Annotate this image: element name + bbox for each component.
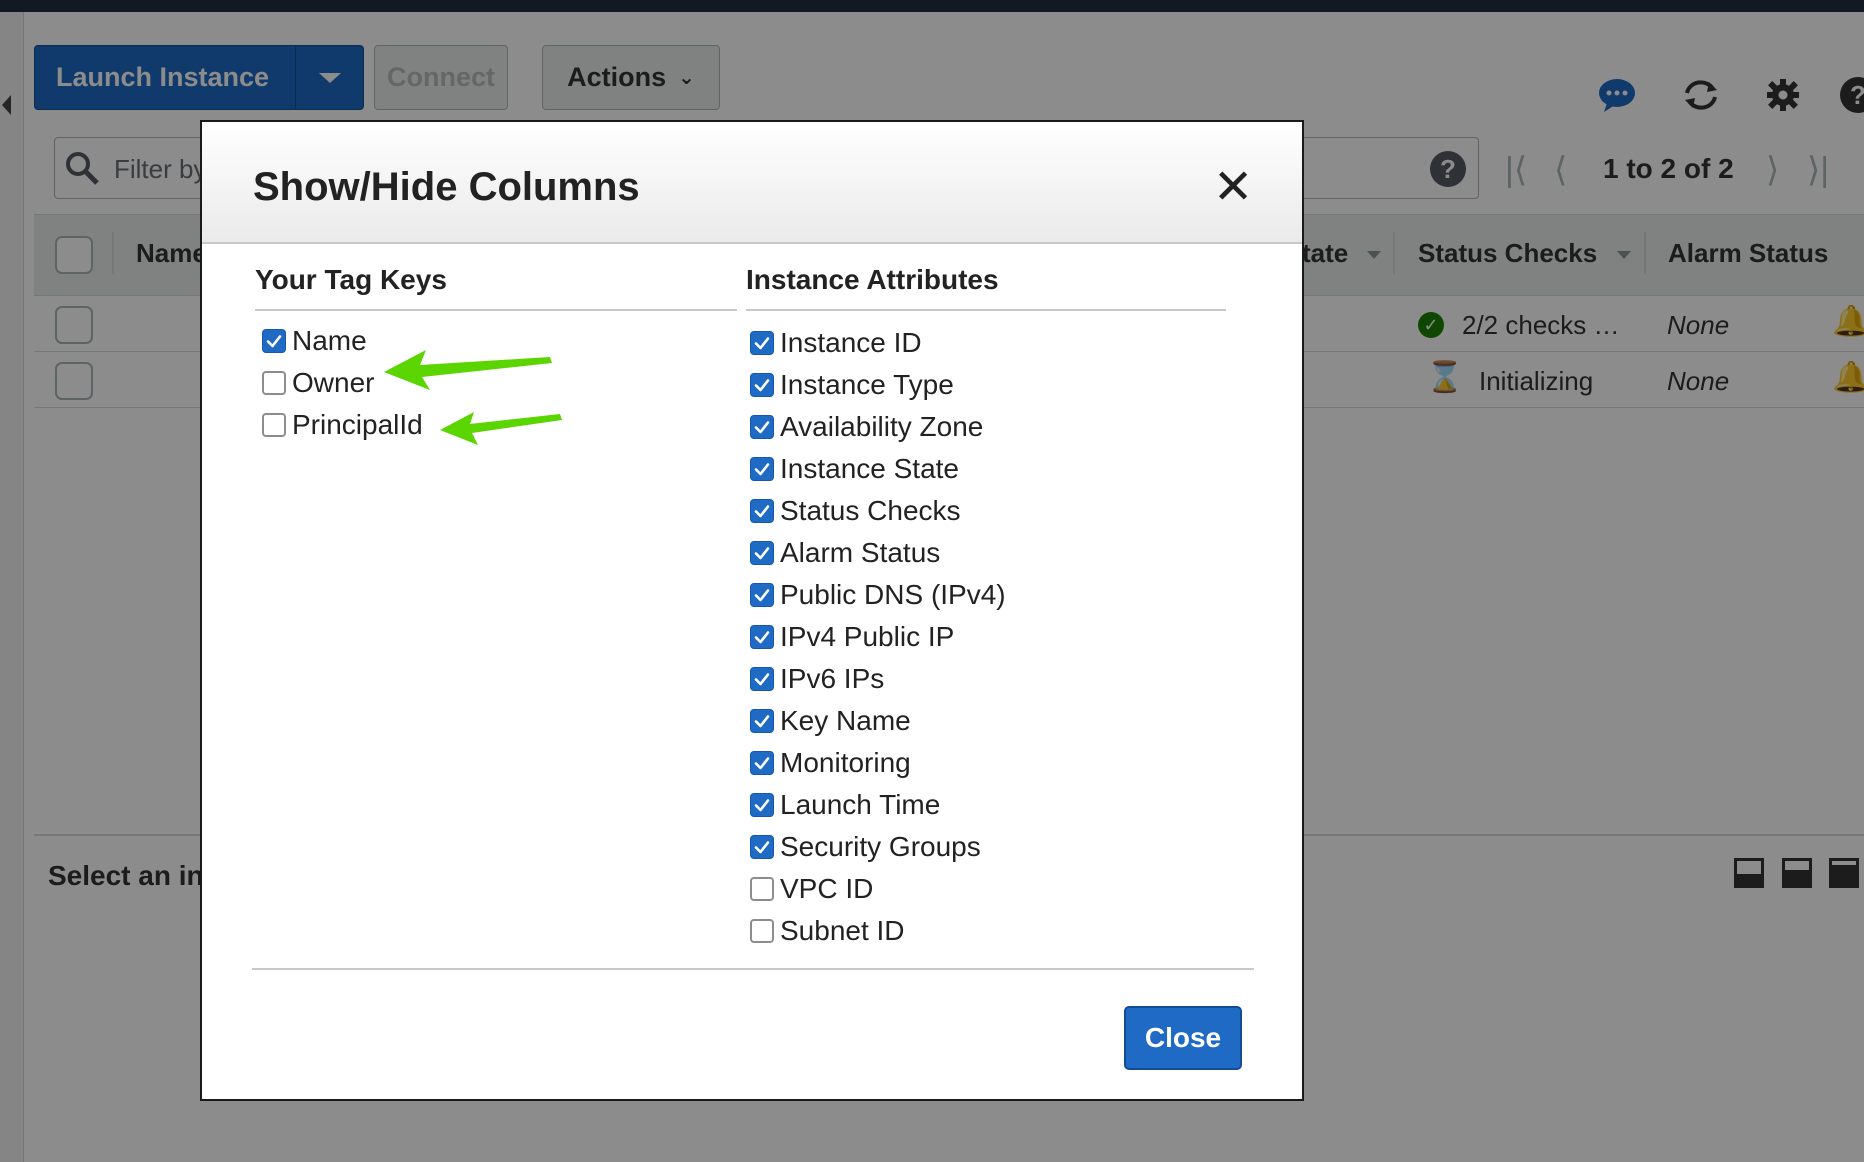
checkbox-checked[interactable] [262, 329, 286, 353]
option-label: Launch Time [780, 789, 941, 820]
checkbox-checked[interactable] [750, 667, 774, 691]
option-label: Availability Zone [780, 411, 984, 442]
checkmark-icon [754, 337, 770, 350]
option-label: Alarm Status [780, 537, 941, 568]
checkbox-checked[interactable] [750, 583, 774, 607]
column-option-principalid[interactable]: PrincipalId [262, 404, 423, 446]
checkbox-checked[interactable] [750, 415, 774, 439]
option-label: Owner [292, 367, 375, 398]
column-option-security-groups[interactable]: Security Groups [750, 826, 1006, 868]
dialog-title: Show/Hide Columns [253, 165, 640, 209]
column-option-instance-type[interactable]: Instance Type [750, 364, 1006, 406]
divider [255, 309, 737, 311]
checkmark-icon [754, 841, 770, 854]
option-label: Public DNS (IPv4) [780, 579, 1006, 610]
checkbox-checked[interactable] [750, 835, 774, 859]
footer-divider [252, 968, 1254, 970]
annotation-arrow-owner [384, 350, 552, 390]
checkmark-icon [754, 673, 770, 686]
column-option-ipv6-ips[interactable]: IPv6 IPs [750, 658, 1006, 700]
checkbox-checked[interactable] [750, 457, 774, 481]
checkmark-icon [754, 505, 770, 518]
checkbox-checked[interactable] [750, 625, 774, 649]
column-option-instance-id[interactable]: Instance ID [750, 322, 1006, 364]
option-label: Name [292, 325, 367, 356]
option-label: VPC ID [780, 873, 874, 904]
option-label: Status Checks [780, 495, 961, 526]
option-label: Monitoring [780, 747, 911, 778]
column-option-alarm-status[interactable]: Alarm Status [750, 532, 1006, 574]
checkbox-unchecked[interactable] [262, 371, 286, 395]
column-option-launch-time[interactable]: Launch Time [750, 784, 1006, 826]
column-option-status-checks[interactable]: Status Checks [750, 490, 1006, 532]
column-option-monitoring[interactable]: Monitoring [750, 742, 1006, 784]
checkmark-icon [754, 757, 770, 770]
checkbox-checked[interactable] [750, 709, 774, 733]
option-label: Instance Type [780, 369, 954, 400]
column-option-ipv4-public-ip[interactable]: IPv4 Public IP [750, 616, 1006, 658]
checkbox-checked[interactable] [750, 499, 774, 523]
option-label: PrincipalId [292, 409, 423, 440]
option-label: Security Groups [780, 831, 981, 862]
column-option-availability-zone[interactable]: Availability Zone [750, 406, 1006, 448]
option-label: Subnet ID [780, 915, 905, 946]
show-hide-columns-dialog: Show/Hide Columns ✕ Your Tag Keys Name Ow… [200, 120, 1304, 1101]
checkmark-icon [754, 463, 770, 476]
column-option-vpc-id[interactable]: VPC ID [750, 868, 1006, 910]
checkbox-checked[interactable] [750, 751, 774, 775]
checkbox-checked[interactable] [750, 541, 774, 565]
option-label: IPv6 IPs [780, 663, 885, 694]
checkmark-icon [266, 335, 282, 348]
attributes-scroll-area[interactable]: Instance ID Instance Type Availability Zon… [730, 322, 1130, 1040]
column-option-subnet-id[interactable]: Subnet ID [750, 910, 1006, 952]
divider [746, 309, 1226, 311]
checkbox-checked[interactable] [750, 331, 774, 355]
checkmark-icon [754, 379, 770, 392]
tag-keys-heading: Your Tag Keys [255, 264, 447, 295]
option-label: Instance State [780, 453, 960, 484]
column-option-public-dns-ipv4[interactable]: Public DNS (IPv4) [750, 574, 1006, 616]
annotation-arrow-principalid [440, 412, 562, 445]
close-button[interactable]: Close [1124, 1006, 1242, 1070]
option-label: Instance ID [780, 327, 922, 358]
column-option-instance-state[interactable]: Instance State [750, 448, 1006, 490]
checkmark-icon [754, 631, 770, 644]
checkmark-icon [754, 421, 770, 434]
option-label: Key Name [780, 705, 911, 736]
checkmark-icon [754, 715, 770, 728]
instance-attributes-list: Instance ID Instance Type Availability Zon… [750, 322, 1006, 952]
checkmark-icon [754, 589, 770, 602]
checkbox-unchecked[interactable] [262, 413, 286, 437]
checkmark-icon [754, 547, 770, 560]
checkbox-unchecked[interactable] [750, 877, 774, 901]
column-option-key-name[interactable]: Key Name [750, 700, 1006, 742]
close-icon[interactable]: ✕ [1213, 164, 1253, 212]
checkbox-unchecked[interactable] [750, 919, 774, 943]
checkbox-checked[interactable] [750, 373, 774, 397]
option-label: IPv4 Public IP [780, 621, 955, 652]
checkbox-checked[interactable] [750, 793, 774, 817]
instance-attributes-heading: Instance Attributes [746, 264, 999, 295]
checkmark-icon [754, 799, 770, 812]
